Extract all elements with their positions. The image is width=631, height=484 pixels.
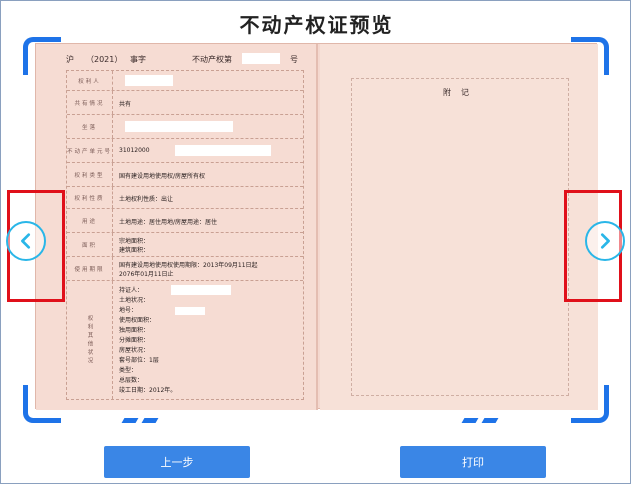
row-value: 类型： <box>119 367 138 374</box>
frame-dash <box>141 418 159 423</box>
row-value: 房屋状况： <box>119 347 150 354</box>
table-row: 权利人 <box>67 71 303 91</box>
certificate-right-page: 附记 <box>320 44 598 410</box>
row-value: 31012000 <box>119 147 150 154</box>
page-title: 不动产权证预览 <box>239 13 394 37</box>
row-label: 权利其他状况 <box>67 281 113 399</box>
row-value: 地号： <box>119 307 138 314</box>
appendix-title: 附记 <box>443 88 479 97</box>
row-label: 共有情况 <box>67 91 113 114</box>
cert-num-label: 不动产权第 <box>192 55 232 64</box>
row-value: 2076年01月11日止 <box>119 271 174 278</box>
chevron-left-icon <box>21 233 31 249</box>
table-row: 用途 土地用途：居住用地/房屋用途：居住 <box>67 209 303 233</box>
row-label: 权利性质 <box>67 187 113 208</box>
appendix-box: 附记 <box>351 78 569 396</box>
row-value: 分摊面积： <box>119 337 150 344</box>
row-value: 使用权面积： <box>119 317 156 324</box>
certificate-left-page: 沪 （2021） 事字 不动产权第 号 权利人 共有情况 共有 坐落 不动产单元… <box>36 44 318 410</box>
row-value: 独用面积： <box>119 327 150 334</box>
row-label: 不动产单元号 <box>67 139 113 162</box>
cert-suffix: 号 <box>290 55 298 64</box>
row-label: 使用期限 <box>67 257 113 280</box>
row-value: 竣工日期：2012年。 <box>119 387 177 394</box>
row-value: 建筑面积： <box>119 247 150 254</box>
table-row: 权利性质 土地权利性质：出让 <box>67 187 303 209</box>
table-row: 共有情况 共有 <box>67 91 303 115</box>
table-row: 不动产单元号 31012000 <box>67 139 303 163</box>
table-row: 面积 宗地面积： 建筑面积： <box>67 233 303 257</box>
row-value: 套号部位：1层 <box>119 357 159 364</box>
row-value: 共有 <box>119 101 132 108</box>
next-page-nav[interactable] <box>564 190 625 302</box>
chevron-right-icon <box>600 233 610 249</box>
row-label: 权利类型 <box>67 163 113 186</box>
row-value: 宗地面积： <box>119 238 150 245</box>
next-page-button[interactable] <box>585 221 625 261</box>
previous-step-button[interactable]: 上一步 <box>104 446 250 478</box>
prev-page-nav[interactable] <box>6 190 65 302</box>
redacted-address <box>125 121 233 132</box>
redacted-number <box>242 53 280 64</box>
cert-type: 事字 <box>130 55 146 64</box>
row-label: 用途 <box>67 209 113 232</box>
row-label: 坐落 <box>67 115 113 138</box>
row-value: 国有建设用地使用权使用期限：2013年09月11日起 <box>119 262 258 269</box>
redacted-owner <box>125 75 173 86</box>
row-value: 持证人： <box>119 287 144 294</box>
cert-year: （2021） <box>86 55 123 64</box>
row-label: 面积 <box>67 233 113 256</box>
table-row: 坐落 <box>67 115 303 139</box>
row-label: 权利人 <box>67 71 113 90</box>
frame-dash <box>481 418 499 423</box>
row-value: 总层数： <box>119 377 144 384</box>
preview-window: 不动产权证预览 沪 （2021） 事字 不动产权第 号 权利人 共有情况 共有 … <box>0 0 631 484</box>
row-value: 国有建设用地使用权/房屋所有权 <box>119 173 206 180</box>
table-row: 权利其他状况 持证人： 土地状况： 地号： 使用权面积： 独用面积： 分摊面积：… <box>67 281 303 399</box>
cert-prefix: 沪 <box>66 55 74 64</box>
row-value: 土地权利性质：出让 <box>119 196 174 203</box>
certificate-book: 沪 （2021） 事字 不动产权第 号 权利人 共有情况 共有 坐落 不动产单元… <box>35 43 598 410</box>
frame-dash <box>121 418 139 423</box>
prev-page-button[interactable] <box>6 221 46 261</box>
redacted-holder <box>171 285 231 295</box>
row-value: 土地用途：居住用地/房屋用途：居住 <box>119 219 218 226</box>
frame-dash <box>461 418 479 423</box>
print-button[interactable]: 打印 <box>400 446 546 478</box>
redacted-unit-number <box>175 145 271 156</box>
table-row: 权利类型 国有建设用地使用权/房屋所有权 <box>67 163 303 187</box>
redacted-lot <box>175 307 205 315</box>
certificate-table: 权利人 共有情况 共有 坐落 不动产单元号 31012000 权利类型 国有建设… <box>66 70 304 400</box>
table-row: 使用期限 国有建设用地使用权使用期限：2013年09月11日起 2076年01月… <box>67 257 303 281</box>
row-value: 土地状况： <box>119 297 150 304</box>
